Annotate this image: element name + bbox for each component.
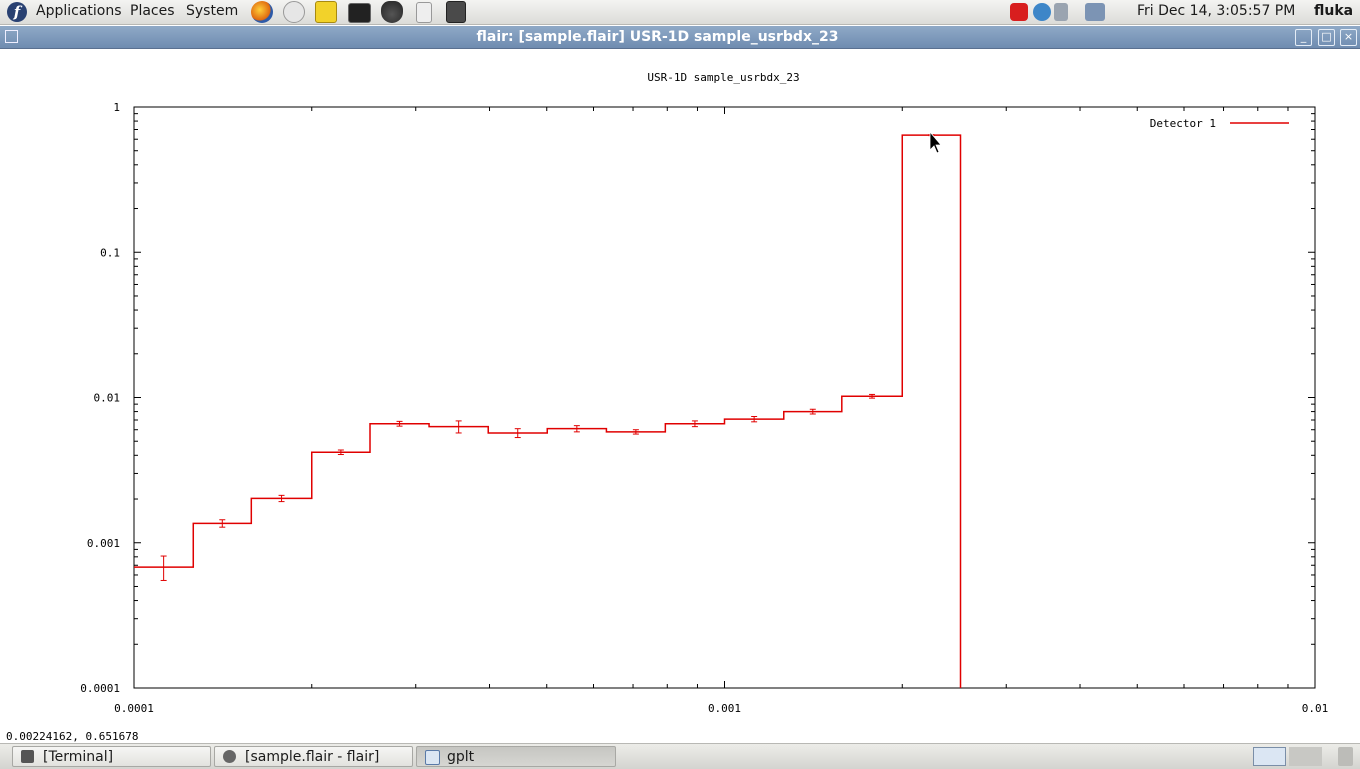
task-flair[interactable]: [sample.flair - flair] [214,746,413,767]
top-panel: f Applications Places System Fri Dec 14,… [0,0,1360,25]
maximize-button[interactable]: □ [1318,29,1335,46]
y-tick-label: 0.01 [94,392,121,405]
minimize-button[interactable]: _ [1295,29,1312,46]
task-gplt[interactable]: gplt [416,746,616,767]
clock[interactable]: Fri Dec 14, 3:05:57 PM [1137,0,1295,23]
close-button[interactable]: × [1340,29,1357,46]
terminal-icon[interactable] [348,3,371,23]
workspace-1[interactable] [1253,747,1286,766]
network-icon[interactable] [1085,3,1105,21]
terminal-task-icon [21,750,34,763]
cauldron-icon[interactable] [381,1,403,23]
device-icon[interactable] [416,2,432,23]
y-tick-label: 0.1 [100,246,120,259]
y-tick-label: 0.001 [87,537,120,550]
user-name[interactable]: fluka [1314,0,1353,23]
plot-frame [133,106,1316,689]
mail-clock-icon[interactable] [283,1,305,23]
task-label: gplt [447,749,475,765]
bottom-panel: [Terminal] [sample.flair - flair] gplt [0,743,1360,769]
y-tick-label: 0.0001 [80,682,120,695]
places-menu[interactable]: Places [130,0,175,24]
trash-icon[interactable] [1338,747,1353,766]
task-terminal[interactable]: [Terminal] [12,746,211,767]
task-label: [sample.flair - flair] [245,749,380,765]
legend: Detector 1 [1150,117,1289,130]
firefox-icon[interactable] [251,1,273,23]
system-menu[interactable]: System [186,0,238,24]
coordinate-readout: 0.00224162, 0.651678 [6,730,139,743]
window-title-bar[interactable]: flair: [sample.flair] USR-1D sample_usrb… [0,26,1360,49]
x-tick-label: 0.0001 [114,702,154,715]
plot-area[interactable]: 0.0001 0.001 0.01 1 0.1 0.01 0.001 0.0001 Detec… [0,49,1360,739]
series-line [134,134,962,688]
x-tick-label: 0.01 [1302,702,1329,715]
fedora-logo-icon[interactable]: f [7,2,27,22]
window-task-icon [425,750,440,765]
workspace-2[interactable] [1289,747,1322,766]
window-title: flair: [sample.flair] USR-1D sample_usrb… [476,29,839,45]
alert-icon[interactable] [1010,3,1028,21]
calculator-icon[interactable] [446,1,466,23]
task-label: [Terminal] [43,749,114,765]
flair-task-icon [223,750,236,763]
notes-icon[interactable] [315,1,337,23]
legend-label: Detector 1 [1150,117,1216,130]
volume-icon[interactable] [1054,3,1068,21]
applications-menu[interactable]: Applications [36,0,122,24]
update-icon[interactable] [1033,3,1051,21]
y-tick-label: 1 [113,101,120,114]
x-tick-label: 0.001 [708,702,741,715]
